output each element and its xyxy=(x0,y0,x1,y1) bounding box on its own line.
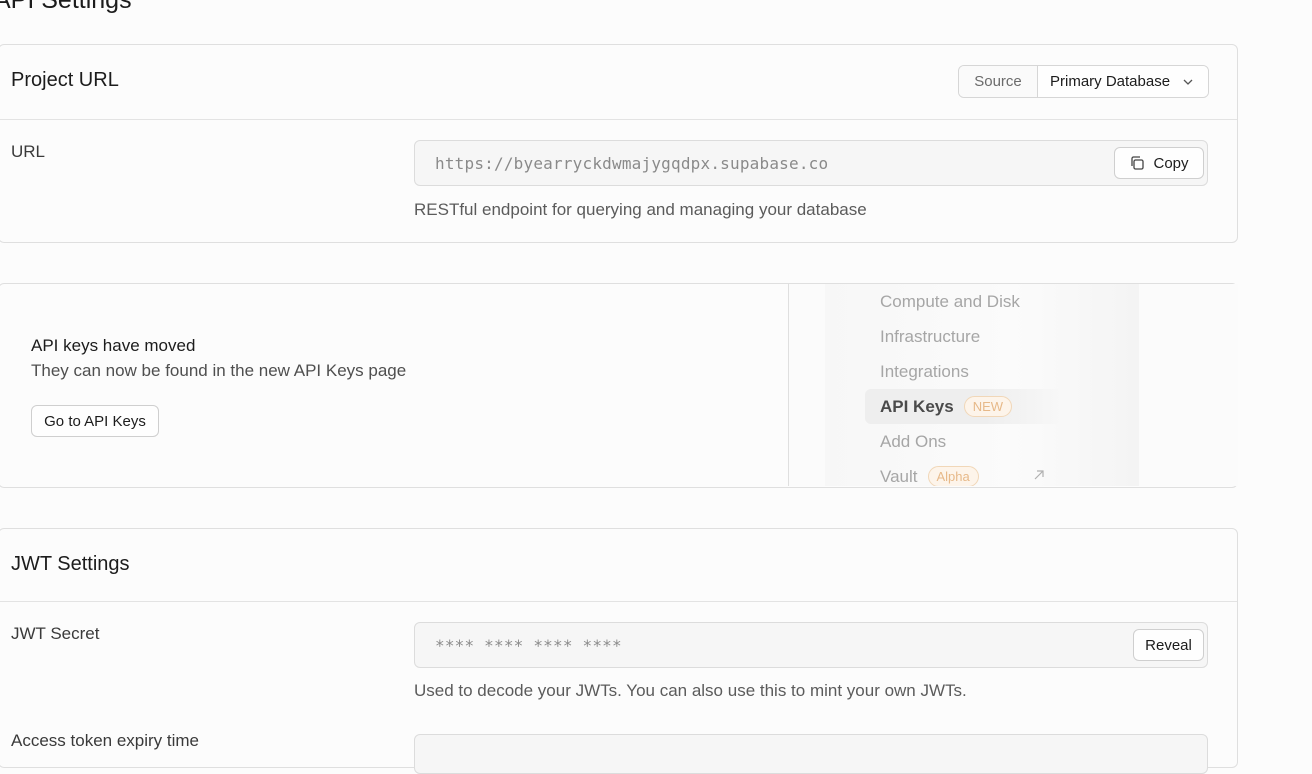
jwt-secret-label: JWT Secret xyxy=(11,624,100,643)
menu-item-integrations: Integrations xyxy=(880,362,969,382)
menu-item-api-keys: API Keys NEW xyxy=(880,396,1013,417)
url-label: URL xyxy=(11,142,46,161)
reveal-button-label: Reveal xyxy=(1145,636,1192,654)
source-dropdown-value: Primary Database xyxy=(1050,73,1171,90)
url-help-text: RESTful endpoint for querying and managi… xyxy=(414,200,867,219)
menu-item-add-ons: Add Ons xyxy=(880,432,946,452)
access-token-expiry-label: Access token expiry time xyxy=(11,731,200,750)
page-title: API Settings xyxy=(0,0,132,14)
api-keys-moved-subtitle: They can now be found in the new API Key… xyxy=(31,361,407,380)
menu-item-label: Compute and Disk xyxy=(880,292,1020,311)
copy-button-label: Copy xyxy=(1153,154,1189,172)
url-value: https://byearryckdwmajygqdpx.supabase.co xyxy=(435,154,829,173)
copy-button[interactable]: Copy xyxy=(1114,147,1204,179)
menu-item-label: Add Ons xyxy=(880,432,947,451)
source-selector: Source Primary Database xyxy=(958,65,1209,98)
menu-item-label: Integrations xyxy=(880,362,969,381)
preview-background xyxy=(825,284,1139,486)
menu-item-compute-and-disk: Compute and Disk xyxy=(880,292,1020,312)
jwt-secret-input[interactable]: **** **** **** **** Reveal xyxy=(414,622,1208,668)
copy-icon xyxy=(1131,156,1145,170)
jwt-secret-value: **** **** **** **** xyxy=(435,636,622,655)
access-token-expiry-input[interactable] xyxy=(414,734,1208,774)
project-url-panel: Project URL Source Primary Database URL … xyxy=(0,44,1238,243)
menu-item-label: Infrastructure xyxy=(880,327,981,346)
project-url-title: Project URL xyxy=(11,69,119,91)
api-keys-moved-panel: API keys have moved They can now be foun… xyxy=(0,283,1238,488)
go-to-api-keys-label: Go to API Keys xyxy=(44,412,146,430)
project-url-header: Project URL Source Primary Database xyxy=(0,45,1237,120)
settings-menu-preview: Compute and Disk Infrastructure Integrat… xyxy=(788,284,1238,486)
new-badge: NEW xyxy=(963,396,1013,417)
api-keys-moved-title: API keys have moved xyxy=(31,336,196,355)
menu-item-vault: Vault Alpha xyxy=(880,466,979,486)
source-dropdown[interactable]: Primary Database xyxy=(1038,66,1208,97)
menu-item-label: API Keys xyxy=(880,396,954,416)
reveal-button[interactable]: Reveal xyxy=(1133,629,1204,661)
url-input[interactable]: https://byearryckdwmajygqdpx.supabase.co… xyxy=(414,140,1208,186)
source-label: Source xyxy=(959,66,1038,97)
external-link-icon xyxy=(1034,470,1044,480)
go-to-api-keys-button[interactable]: Go to API Keys xyxy=(31,405,159,437)
jwt-settings-header: JWT Settings xyxy=(0,529,1237,602)
menu-item-infrastructure: Infrastructure xyxy=(880,327,980,347)
chevron-down-icon xyxy=(1183,79,1193,85)
jwt-settings-title: JWT Settings xyxy=(11,553,130,575)
alpha-badge: Alpha xyxy=(927,466,979,486)
jwt-secret-help-text: Used to decode your JWTs. You can also u… xyxy=(414,681,967,700)
jwt-settings-panel: JWT Settings JWT Secret **** **** **** *… xyxy=(0,528,1238,774)
menu-item-label: Vault xyxy=(880,466,918,486)
